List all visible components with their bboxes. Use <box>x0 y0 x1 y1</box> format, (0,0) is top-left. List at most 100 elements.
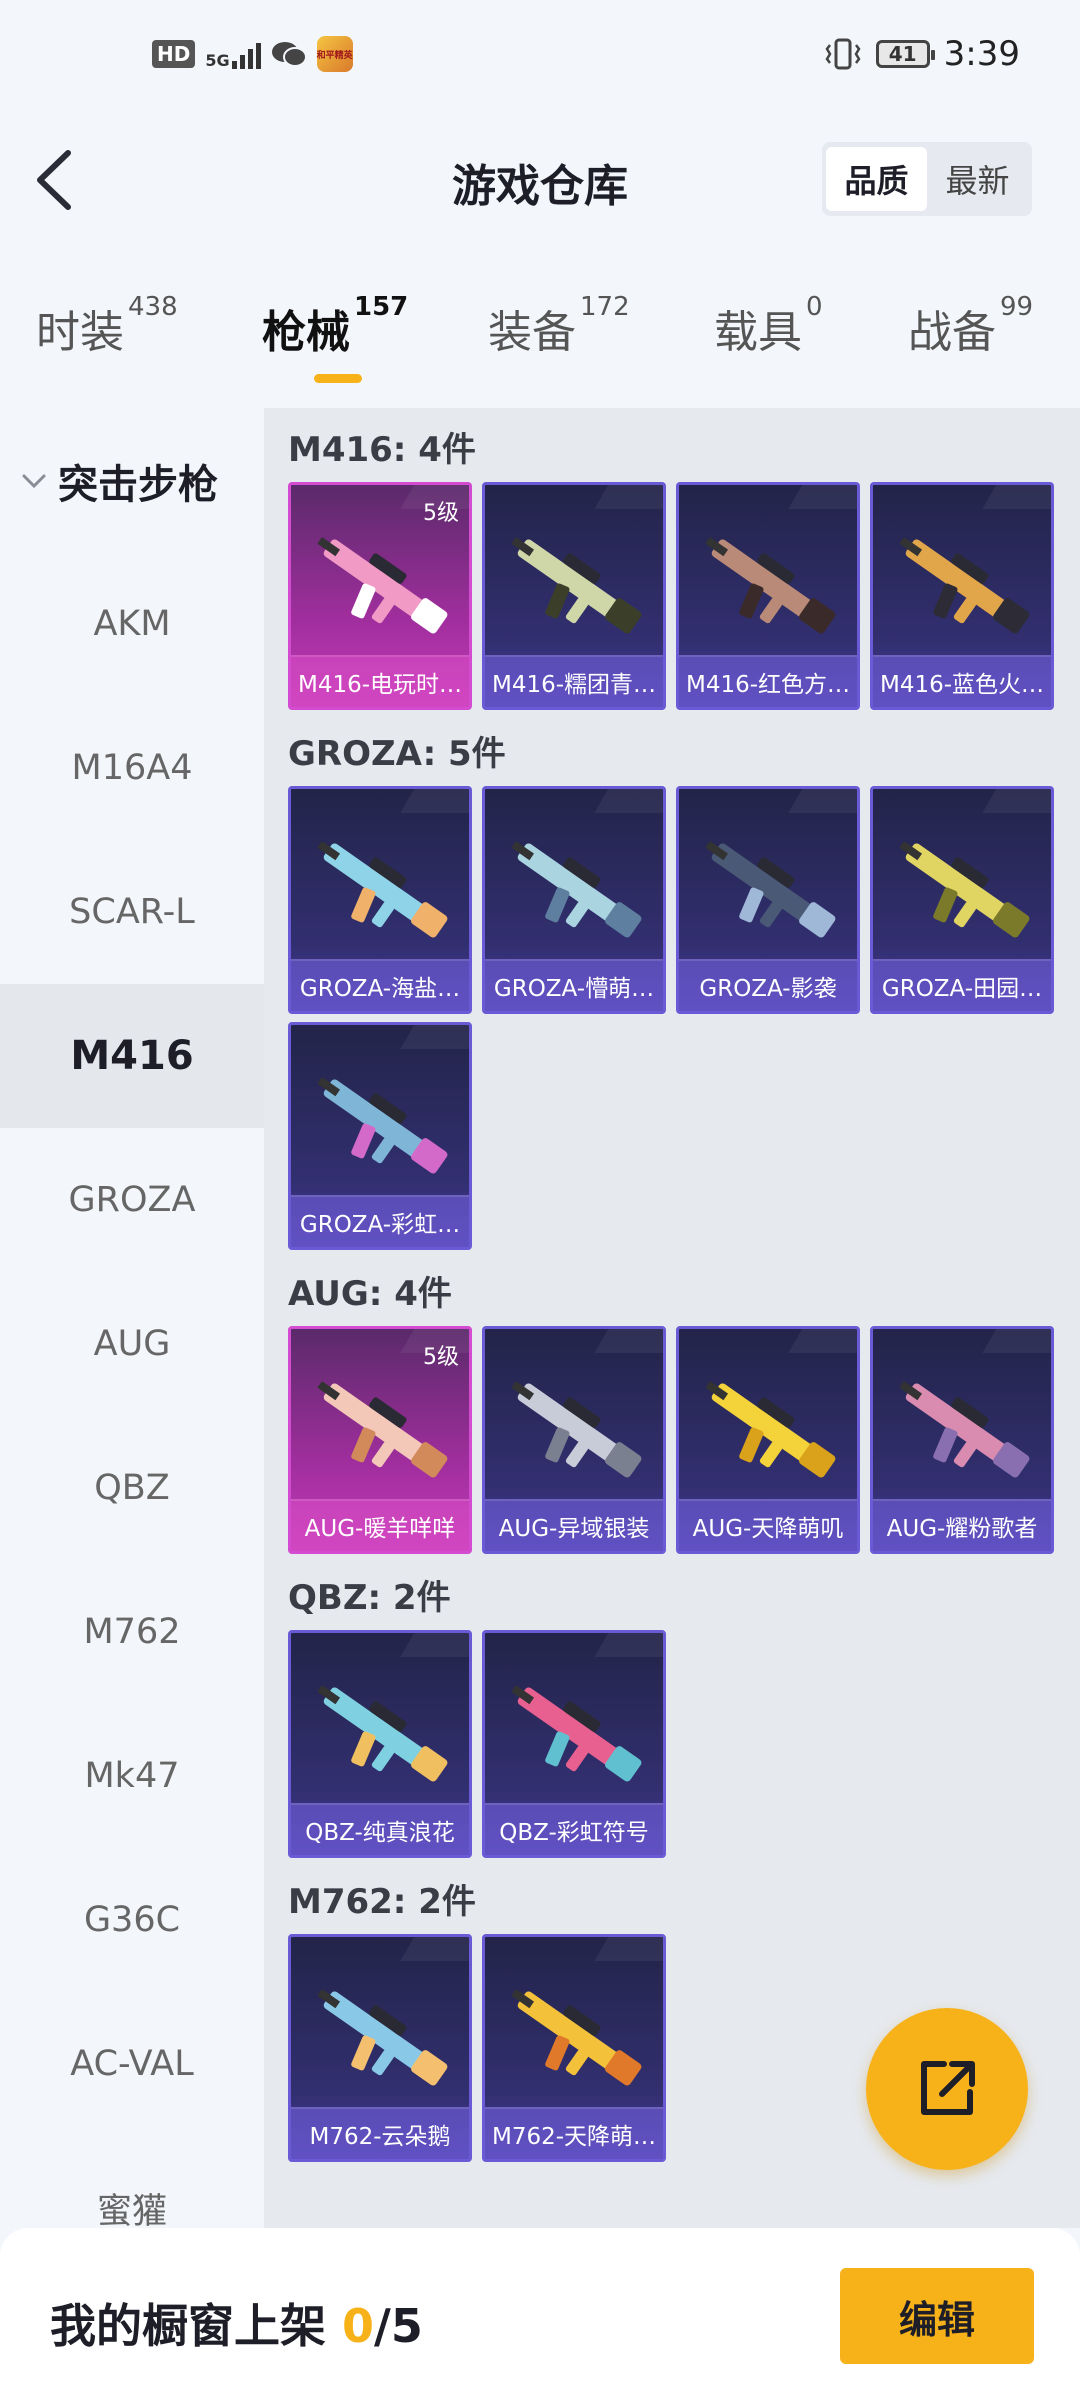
sidebar-item-qbz[interactable]: QBZ <box>0 1416 264 1560</box>
skin-card[interactable]: M762-云朵鹅 <box>288 1934 472 2162</box>
card-decoration <box>788 485 857 509</box>
skin-card[interactable]: AUG-异域银装 <box>482 1326 666 1554</box>
tab-combat-gear[interactable]: 战备 99 <box>908 292 1033 360</box>
sidebar-item-m416[interactable]: M416 <box>0 984 264 1128</box>
sidebar-item-m16a4[interactable]: M16A4 <box>0 696 264 840</box>
sidebar-item-scar-l[interactable]: SCAR-L <box>0 840 264 984</box>
card-decoration <box>594 485 663 509</box>
gun-skin-icon <box>511 841 642 938</box>
level-badge: 5级 <box>423 501 459 526</box>
skin-name: M762-天降萌… <box>485 2107 663 2159</box>
tab-count: 99 <box>1000 292 1034 322</box>
gun-skin-icon <box>705 1381 836 1478</box>
weapon-sidebar: 突击步枪 AKM M16A4 SCAR-L M416 GROZA AUG QBZ… <box>0 408 264 2228</box>
section-title: AUG: 4件 <box>288 1274 452 1314</box>
gun-skin-icon <box>317 841 448 938</box>
skin-card[interactable]: AUG-耀粉歌者 <box>870 1326 1054 1554</box>
skin-name: AUG-暖羊咩咩 <box>291 1499 469 1551</box>
card-decoration <box>400 1025 469 1049</box>
status-left: HD 5G 和平精英 <box>152 36 353 72</box>
gun-skin-icon <box>705 841 836 938</box>
sort-newest-button[interactable]: 最新 <box>927 147 1028 211</box>
skin-name: M416-电玩时… <box>291 655 469 707</box>
tab-count: 157 <box>354 292 409 322</box>
skin-card[interactable]: 5级 M416-电玩时… <box>288 482 472 710</box>
card-decoration <box>400 789 469 813</box>
section-title: M762: 2件 <box>288 1882 476 1922</box>
sidebar-group-label: 突击步枪 <box>58 462 218 508</box>
tab-guns[interactable]: 枪械 157 <box>262 292 408 360</box>
card-decoration <box>400 1633 469 1657</box>
section-title: M416: 4件 <box>288 430 476 470</box>
tab-count: 438 <box>128 292 178 322</box>
skin-card[interactable]: QBZ-彩虹符号 <box>482 1630 666 1858</box>
gun-skin-icon <box>899 1381 1030 1478</box>
share-export-icon <box>921 2061 975 2115</box>
gun-skin-icon <box>899 537 1030 634</box>
tab-fashion[interactable]: 时装 438 <box>36 292 178 360</box>
tab-count: 172 <box>580 292 630 322</box>
sidebar-item-mk47[interactable]: Mk47 <box>0 1704 264 1848</box>
showcase-bar: 我的橱窗上架 0/5 编辑 <box>0 2228 1080 2400</box>
sidebar-group-assault-rifles[interactable]: 突击步枪 <box>20 452 218 510</box>
card-decoration <box>594 1329 663 1353</box>
sidebar-item-honey-badger[interactable]: 蜜獾 <box>0 2136 264 2229</box>
card-decoration <box>982 789 1051 813</box>
wechat-icon <box>271 42 307 67</box>
tab-label: 枪械 <box>262 307 350 358</box>
sidebar-item-groza[interactable]: GROZA <box>0 1128 264 1272</box>
category-tabs: 时装 438 枪械 157 装备 172 载具 0 战备 99 <box>0 292 1080 396</box>
tab-count: 0 <box>806 292 823 322</box>
card-decoration <box>982 1329 1051 1353</box>
status-right: 41 3:39 <box>824 34 1020 74</box>
card-decoration <box>982 485 1051 509</box>
gun-skin-icon <box>511 1685 642 1782</box>
skin-card[interactable]: M416-糯团青… <box>482 482 666 710</box>
skin-card[interactable]: M762-天降萌… <box>482 1934 666 2162</box>
gun-skin-icon <box>899 841 1030 938</box>
chevron-down-icon <box>22 474 46 489</box>
showcase-label: 我的橱窗上架 <box>50 2299 326 2353</box>
gun-skin-icon <box>317 1989 448 2086</box>
share-button[interactable] <box>866 2008 1028 2170</box>
skin-card[interactable]: M416-红色方… <box>676 482 860 710</box>
gun-skin-icon <box>705 537 836 634</box>
showcase-total: 5 <box>390 2299 423 2353</box>
clock: 3:39 <box>943 34 1020 74</box>
skin-card[interactable]: QBZ-纯真浪花 <box>288 1630 472 1858</box>
tab-label: 装备 <box>488 307 576 358</box>
active-tab-indicator <box>314 374 362 383</box>
tab-equipment[interactable]: 装备 172 <box>488 292 630 360</box>
skin-card[interactable]: GROZA-影袭 <box>676 786 860 1014</box>
gun-skin-icon <box>317 1077 448 1174</box>
gun-skin-icon <box>317 1381 448 1478</box>
skin-name: AUG-异域银装 <box>485 1499 663 1551</box>
skin-card[interactable]: GROZA-田园… <box>870 786 1054 1014</box>
sidebar-item-m762[interactable]: M762 <box>0 1560 264 1704</box>
skin-card[interactable]: GROZA-彩虹… <box>288 1022 472 1250</box>
skin-name: AUG-天降萌叽 <box>679 1499 857 1551</box>
skin-name: M762-云朵鹅 <box>291 2107 469 2159</box>
skin-name: GROZA-海盐… <box>291 959 469 1011</box>
sidebar-item-g36c[interactable]: G36C <box>0 1848 264 1992</box>
gun-skin-icon <box>317 1685 448 1782</box>
showcase-status: 我的橱窗上架 0/5 <box>50 2290 423 2356</box>
edit-button[interactable]: 编辑 <box>840 2268 1034 2364</box>
sort-quality-button[interactable]: 品质 <box>826 147 927 211</box>
skin-name: GROZA-懵萌… <box>485 959 663 1011</box>
sidebar-item-ac-val[interactable]: AC-VAL <box>0 1992 264 2136</box>
sidebar-item-akm[interactable]: AKM <box>0 552 264 696</box>
gun-skin-icon <box>511 537 642 634</box>
skin-card[interactable]: 5级 AUG-暖羊咩咩 <box>288 1326 472 1554</box>
skin-card[interactable]: M416-蓝色火… <box>870 482 1054 710</box>
sort-toggle: 品质 最新 <box>822 142 1032 216</box>
gun-skin-icon <box>317 537 448 634</box>
skin-card[interactable]: GROZA-懵萌… <box>482 786 666 1014</box>
status-bar: HD 5G 和平精英 41 3:39 <box>0 0 1080 120</box>
sidebar-item-aug[interactable]: AUG <box>0 1272 264 1416</box>
skin-card[interactable]: AUG-天降萌叽 <box>676 1326 860 1554</box>
skin-name: AUG-耀粉歌者 <box>873 1499 1051 1551</box>
signal-icon: 5G <box>205 39 261 69</box>
skin-card[interactable]: GROZA-海盐… <box>288 786 472 1014</box>
tab-vehicles[interactable]: 载具 0 <box>714 292 823 360</box>
